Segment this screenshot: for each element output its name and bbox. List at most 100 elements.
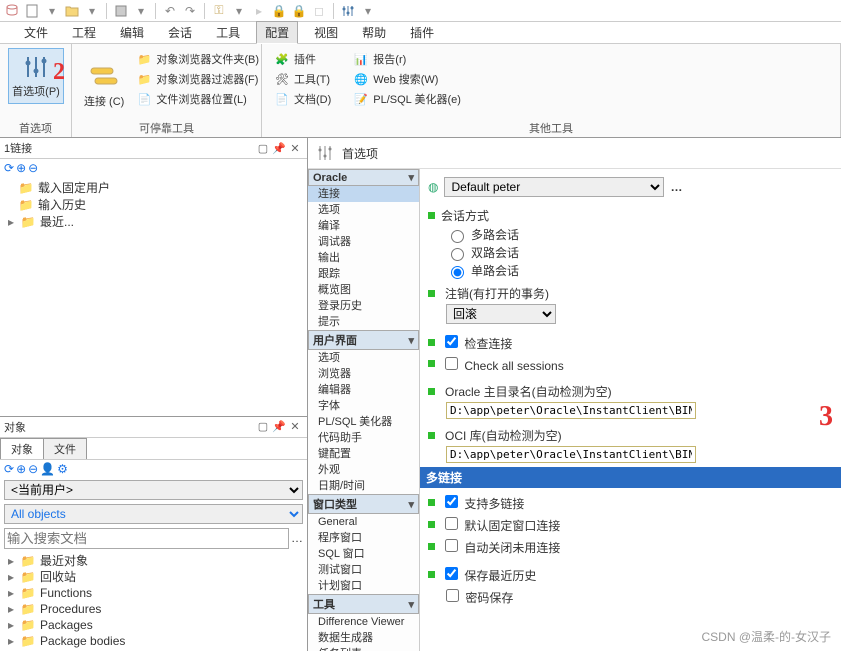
pref-leaf[interactable]: 键配置 xyxy=(308,446,419,462)
pref-category[interactable]: 窗口类型▾ xyxy=(308,494,419,514)
pref-leaf[interactable]: 调试器 xyxy=(308,234,419,250)
default-profile-combo[interactable]: Default peter xyxy=(444,177,664,197)
check-default-fixed[interactable]: 默认固定窗口连接 xyxy=(441,514,560,534)
sliders-icon[interactable] xyxy=(340,3,356,19)
tree-item[interactable]: ▸📁回收站 xyxy=(4,569,303,585)
oci-input[interactable] xyxy=(446,446,696,463)
pref-leaf[interactable]: 编辑器 xyxy=(308,382,419,398)
web-search-button[interactable]: 🌐Web 搜索(W) xyxy=(349,70,465,88)
tree-item[interactable]: 📁载入固定用户 xyxy=(4,179,303,196)
pref-leaf[interactable]: 外观 xyxy=(308,462,419,478)
pref-leaf[interactable]: 日期/时间 xyxy=(308,478,419,494)
dropdown-icon[interactable]: ▾ xyxy=(84,3,100,19)
menu-session[interactable]: 会话 xyxy=(160,22,200,43)
menu-view[interactable]: 视图 xyxy=(306,22,346,43)
pref-leaf[interactable]: 跟踪 xyxy=(308,266,419,282)
dropdown-icon[interactable]: ▾ xyxy=(360,3,376,19)
check-save-recent[interactable]: 保存最近历史 xyxy=(441,564,536,584)
pref-category[interactable]: 用户界面▾ xyxy=(308,330,419,350)
db-icon[interactable] xyxy=(4,3,20,19)
tree-item[interactable]: ▸📁Package bodies xyxy=(4,633,303,649)
remove-icon[interactable]: ⊖ xyxy=(28,462,38,476)
pref-leaf[interactable]: 登录历史 xyxy=(308,298,419,314)
tree-item[interactable]: ▸📁Procedures xyxy=(4,601,303,617)
pref-category[interactable]: 工具▾ xyxy=(308,594,419,614)
tab-objects[interactable]: 对象 xyxy=(0,438,44,459)
radio-single[interactable]: 单路会话 xyxy=(446,262,833,279)
add-icon[interactable]: ⊕ xyxy=(16,161,26,175)
check-connection[interactable]: 检查连接 xyxy=(441,332,512,352)
close-icon[interactable]: ✕ xyxy=(287,420,303,433)
close-icon[interactable]: ✕ xyxy=(287,142,303,155)
radio-multi[interactable]: 多路会话 xyxy=(446,226,833,243)
tools-button[interactable]: 🛠工具(T) xyxy=(270,70,335,88)
search-input[interactable] xyxy=(4,528,289,549)
file-browser-loc[interactable]: 📄文件浏览器位置(L) xyxy=(132,90,263,108)
check-save-pwd[interactable]: 密码保存 xyxy=(442,586,513,606)
pref-category[interactable]: Oracle▾ xyxy=(308,169,419,186)
tree-item[interactable]: ▸📁Functions xyxy=(4,585,303,601)
remove-icon[interactable]: ⊖ xyxy=(28,161,38,175)
pref-leaf[interactable]: 编译 xyxy=(308,218,419,234)
refresh-icon[interactable]: ⟳ xyxy=(4,161,14,175)
tree-item[interactable]: 📁输入历史 xyxy=(4,196,303,213)
preferences-button[interactable]: 首选项(P) 2 xyxy=(8,48,64,104)
obj-browser-filters[interactable]: 📁对象浏览器过滤器(F) xyxy=(132,70,263,88)
check-support-multi[interactable]: 支持多链接 xyxy=(441,492,524,512)
more-button[interactable]: … xyxy=(670,180,682,194)
page-icon[interactable] xyxy=(24,3,40,19)
pref-leaf[interactable]: 测试窗口 xyxy=(308,562,419,578)
dropdown-icon[interactable]: ▾ xyxy=(231,3,247,19)
pref-leaf[interactable]: 程序窗口 xyxy=(308,530,419,546)
minimize-icon[interactable]: ▢ xyxy=(255,420,271,433)
radio-dual[interactable]: 双路会话 xyxy=(446,244,833,261)
menu-help[interactable]: 帮助 xyxy=(354,22,394,43)
oracle-home-input[interactable] xyxy=(446,402,696,419)
menu-plugins[interactable]: 插件 xyxy=(402,22,442,43)
pref-leaf[interactable]: 计划窗口 xyxy=(308,578,419,594)
connect-button[interactable]: 连接 (C) xyxy=(80,48,128,123)
pref-leaf[interactable]: 字体 xyxy=(308,398,419,414)
tree-item[interactable]: ▸📁Packages xyxy=(4,617,303,633)
lock-icon[interactable]: 🔒 xyxy=(271,3,287,19)
pref-leaf[interactable]: 连接 xyxy=(308,186,419,202)
plugins-button[interactable]: 🧩插件 xyxy=(270,50,335,68)
folder-open-icon[interactable] xyxy=(64,3,80,19)
docs-button[interactable]: 📄文档(D) xyxy=(270,90,335,108)
pref-leaf[interactable]: 提示 xyxy=(308,314,419,330)
lock-icon[interactable]: 🔒 xyxy=(291,3,307,19)
check-all-sessions[interactable]: Check all sessions xyxy=(441,354,564,373)
undo-icon[interactable]: ↶ xyxy=(162,3,178,19)
menu-project[interactable]: 工程 xyxy=(64,22,104,43)
add-icon[interactable]: ⊕ xyxy=(16,462,26,476)
user-icon[interactable]: 👤 xyxy=(40,462,55,476)
pref-leaf[interactable]: 任务列表 xyxy=(308,646,419,651)
pref-leaf[interactable]: PL/SQL 美化器 xyxy=(308,414,419,430)
obj-browser-folders[interactable]: 📁对象浏览器文件夹(B) xyxy=(132,50,263,68)
pref-leaf[interactable]: 输出 xyxy=(308,250,419,266)
dropdown-icon[interactable]: ▾ xyxy=(133,3,149,19)
more-icon[interactable]: … xyxy=(291,531,303,545)
pref-leaf[interactable]: 数据生成器 xyxy=(308,630,419,646)
save-icon[interactable] xyxy=(113,3,129,19)
pref-leaf[interactable]: 选项 xyxy=(308,350,419,366)
pref-leaf[interactable]: 代码助手 xyxy=(308,430,419,446)
redo-icon[interactable]: ↷ xyxy=(182,3,198,19)
pref-leaf[interactable]: 浏览器 xyxy=(308,366,419,382)
tree-item[interactable]: ▸📁最近对象 xyxy=(4,553,303,569)
pref-leaf[interactable]: General xyxy=(308,514,419,530)
pref-leaf[interactable]: SQL 窗口 xyxy=(308,546,419,562)
all-objects-combo[interactable]: All objects xyxy=(4,504,303,524)
logoff-combo[interactable]: 回滚 xyxy=(446,304,556,324)
check-auto-close[interactable]: 自动关闭未用连接 xyxy=(441,536,560,556)
menu-config[interactable]: 配置 xyxy=(256,21,298,44)
refresh-icon[interactable]: ⟳ xyxy=(4,462,14,476)
tree-item[interactable]: ▸📁最近... xyxy=(4,213,303,230)
pref-leaf[interactable]: 概览图 xyxy=(308,282,419,298)
pref-leaf[interactable]: Difference Viewer xyxy=(308,614,419,630)
pin-icon[interactable]: 📌 xyxy=(271,420,287,433)
pin-icon[interactable]: 📌 xyxy=(271,142,287,155)
gear-icon[interactable]: ⚙ xyxy=(57,462,68,476)
minimize-icon[interactable]: ▢ xyxy=(255,142,271,155)
menu-file[interactable]: 文件 xyxy=(16,22,56,43)
